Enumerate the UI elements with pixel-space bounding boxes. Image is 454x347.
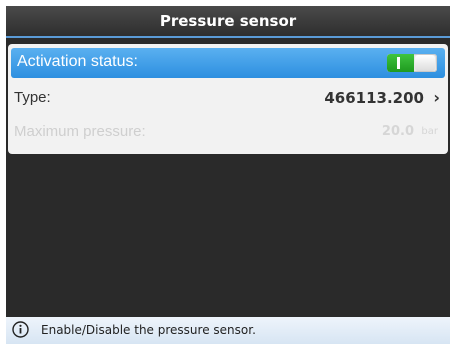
maximum-pressure-row: Maximum pressure: 20.0 bar xyxy=(8,116,448,150)
settings-panel: Activation status: Type: 466113.200 › Ma… xyxy=(8,44,448,154)
chevron-right-icon[interactable]: › xyxy=(433,88,440,107)
toggle-on-mark-icon xyxy=(397,57,400,69)
maximum-pressure-value: 20.0 xyxy=(381,124,414,139)
type-value: 466113.200 xyxy=(324,89,424,107)
toggle-on-indicator xyxy=(387,54,414,72)
info-icon xyxy=(12,321,29,338)
toggle-knob[interactable] xyxy=(415,55,435,71)
device-screen: Pressure sensor Activation status: Type:… xyxy=(6,6,450,344)
maximum-pressure-label: Maximum pressure: xyxy=(14,123,146,140)
activation-status-label: Activation status: xyxy=(17,53,138,70)
activation-toggle[interactable] xyxy=(387,54,437,72)
type-label: Type: xyxy=(14,89,51,106)
maximum-pressure-unit: bar xyxy=(421,126,438,137)
status-message: Enable/Disable the pressure sensor. xyxy=(41,323,256,337)
page-title: Pressure sensor xyxy=(159,12,297,30)
activation-status-row[interactable]: Activation status: xyxy=(11,48,445,78)
title-bar: Pressure sensor xyxy=(6,6,450,38)
type-row[interactable]: Type: 466113.200 › xyxy=(8,82,448,116)
status-bar: Enable/Disable the pressure sensor. xyxy=(6,317,450,344)
